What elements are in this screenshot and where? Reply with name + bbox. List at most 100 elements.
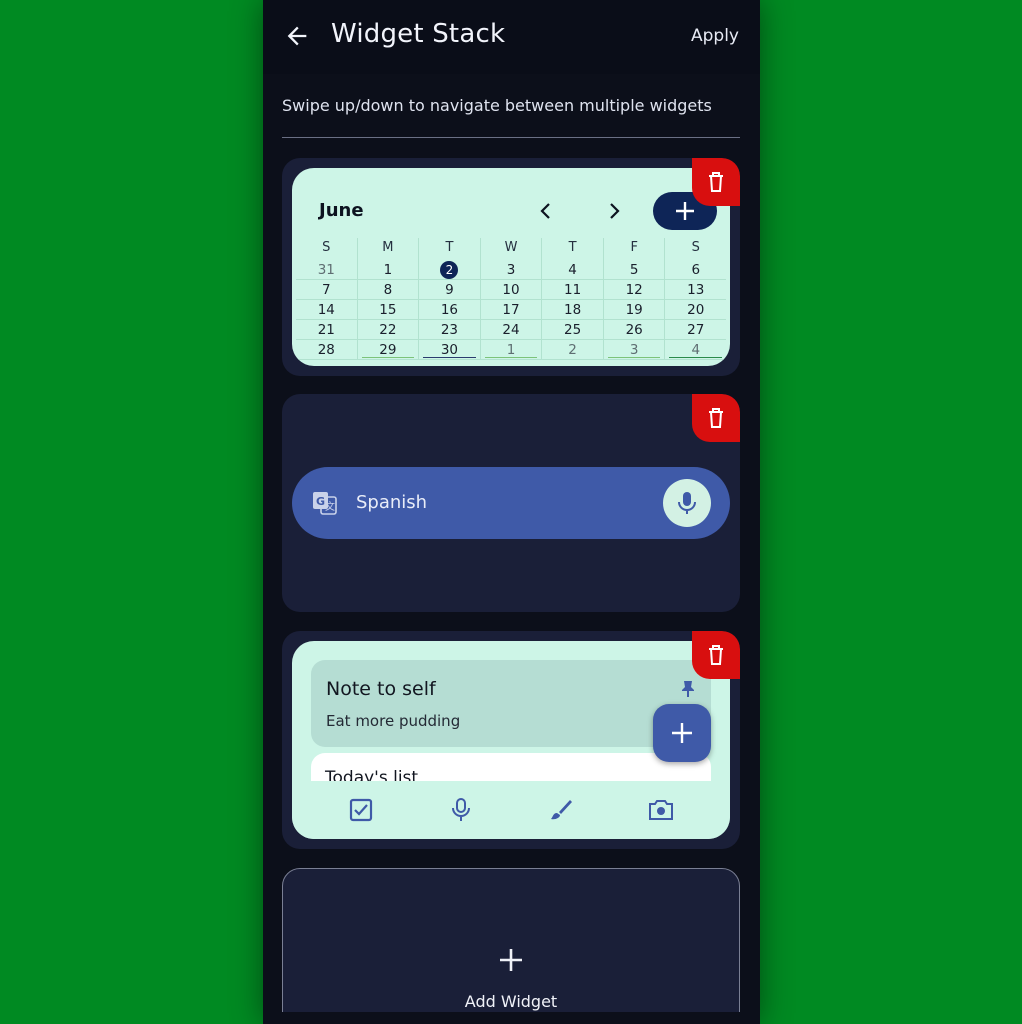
weekday-label: F — [604, 238, 666, 260]
calendar-day[interactable]: 13 — [665, 280, 727, 300]
note-card[interactable]: Note to self Eat more pudding — [311, 660, 711, 747]
calendar-week-row: 31 1 2 3 4 5 6 — [296, 260, 727, 280]
calendar-day[interactable]: 21 — [296, 320, 358, 340]
today-marker: 2 — [440, 261, 459, 279]
calendar-day[interactable]: 4 — [665, 340, 727, 360]
calendar-day[interactable]: 3 — [603, 340, 666, 360]
calendar-day[interactable]: 15 — [357, 300, 420, 320]
calendar-day[interactable]: 22 — [357, 320, 420, 340]
calendar-week-row: 7 8 9 10 11 12 13 — [296, 280, 727, 300]
event-indicator — [669, 357, 723, 358]
hint-text: Swipe up/down to navigate between multip… — [282, 96, 712, 115]
calendar-day[interactable]: 12 — [603, 280, 666, 300]
weekday-label: T — [542, 238, 604, 260]
widget-slot-calendar[interactable]: June S M T W T F S 31123456789 — [282, 158, 740, 376]
trash-icon — [709, 172, 723, 192]
notes-widget[interactable]: Note to self Eat more pudding Today's li… — [292, 641, 730, 839]
calendar-week-row: 14 15 16 17 18 19 20 — [296, 300, 727, 320]
note-title: Note to self — [326, 678, 436, 700]
weekday-label: T — [419, 238, 481, 260]
calendar-day[interactable]: 11 — [542, 280, 604, 300]
calendar-day[interactable]: 29 — [357, 340, 420, 360]
calendar-day[interactable]: 3 — [480, 260, 543, 280]
brush-icon — [551, 800, 572, 820]
page-title: Widget Stack — [331, 19, 506, 49]
delete-widget-button[interactable] — [692, 631, 740, 679]
translate-icon: G 文 — [313, 492, 337, 515]
back-button[interactable] — [283, 22, 311, 50]
svg-text:G: G — [316, 495, 325, 508]
calendar-day[interactable]: 18 — [542, 300, 604, 320]
chevron-right-icon — [610, 203, 620, 219]
calendar-day[interactable]: 26 — [603, 320, 666, 340]
calendar-day[interactable]: 23 — [419, 320, 481, 340]
calendar-grid: S M T W T F S 31 1 2 3 4 5 6 7 8 9 10 11 12 13 14 15 16 1… — [296, 238, 727, 360]
phone-screen: Widget Stack Apply Swipe up/down to navi… — [263, 0, 760, 1024]
weekday-label: W — [481, 238, 543, 260]
new-note-button[interactable] — [653, 704, 711, 762]
apply-button[interactable]: Apply — [691, 26, 739, 46]
new-list-button[interactable] — [348, 797, 374, 823]
new-drawing-button[interactable] — [548, 797, 574, 823]
notes-action-bar — [292, 781, 730, 839]
calendar-day[interactable]: 5 — [603, 260, 666, 280]
calendar-day[interactable]: 2 — [542, 340, 604, 360]
chevron-left-icon — [540, 203, 550, 219]
event-indicator — [607, 357, 661, 358]
calendar-day[interactable]: 19 — [603, 300, 666, 320]
weekday-label: S — [296, 238, 358, 260]
checkbox-icon — [349, 798, 373, 822]
trash-icon — [709, 645, 723, 665]
calendar-day[interactable]: 4 — [542, 260, 604, 280]
calendar-day[interactable]: 1 — [480, 340, 543, 360]
note-clip: Today's list — [311, 753, 711, 781]
microphone-icon — [452, 798, 470, 821]
calendar-day[interactable]: 16 — [419, 300, 481, 320]
voice-input-button[interactable] — [663, 479, 711, 527]
camera-icon — [649, 800, 673, 820]
new-photo-note-button[interactable] — [648, 797, 674, 823]
add-widget-label: Add Widget — [464, 992, 558, 1011]
app-bar: Widget Stack Apply — [263, 0, 760, 74]
add-widget-button[interactable]: Add Widget — [282, 868, 740, 1024]
trash-icon — [709, 408, 723, 428]
calendar-day[interactable]: 31 — [296, 260, 358, 280]
event-indicator — [484, 357, 538, 358]
next-month-button[interactable] — [606, 202, 622, 224]
calendar-week-row: 21 22 23 24 25 26 27 — [296, 320, 727, 340]
plus-icon — [676, 202, 694, 220]
calendar-day[interactable]: 7 — [296, 280, 358, 300]
note-title: Today's list — [325, 768, 419, 781]
calendar-day[interactable]: 6 — [665, 260, 727, 280]
event-indicator — [423, 357, 476, 358]
delete-widget-button[interactable] — [692, 158, 740, 206]
calendar-day[interactable]: 27 — [665, 320, 727, 340]
plus-icon — [672, 723, 692, 743]
calendar-day[interactable]: 1 — [357, 260, 420, 280]
calendar-day[interactable]: 17 — [480, 300, 543, 320]
translate-language-label: Spanish — [356, 492, 428, 513]
pin-icon — [682, 681, 694, 697]
note-body: Eat more pudding — [326, 712, 461, 730]
translate-widget[interactable]: G 文 Spanish — [292, 467, 730, 539]
bottom-edge — [263, 1012, 760, 1024]
calendar-day[interactable]: 30 — [419, 340, 481, 360]
calendar-day[interactable]: 9 — [419, 280, 481, 300]
calendar-widget[interactable]: June S M T W T F S 31123456789 — [292, 168, 730, 366]
calendar-day[interactable]: 25 — [542, 320, 604, 340]
delete-widget-button[interactable] — [692, 394, 740, 442]
calendar-day[interactable]: 28 — [296, 340, 358, 360]
calendar-day[interactable]: 14 — [296, 300, 358, 320]
calendar-day[interactable]: 8 — [357, 280, 420, 300]
calendar-day[interactable]: 24 — [480, 320, 543, 340]
calendar-day[interactable]: 2 — [419, 260, 481, 280]
new-audio-note-button[interactable] — [448, 797, 474, 823]
calendar-day[interactable]: 20 — [665, 300, 727, 320]
microphone-icon — [678, 492, 696, 514]
previous-month-button[interactable] — [538, 202, 554, 224]
widget-slot-notes[interactable]: Note to self Eat more pudding Today's li… — [282, 631, 740, 849]
weekday-header-row: S M T W T F S — [296, 238, 726, 260]
widget-slot-translate[interactable]: G 文 Spanish — [282, 394, 740, 612]
calendar-day[interactable]: 10 — [480, 280, 543, 300]
weekday-label: S — [691, 240, 700, 255]
